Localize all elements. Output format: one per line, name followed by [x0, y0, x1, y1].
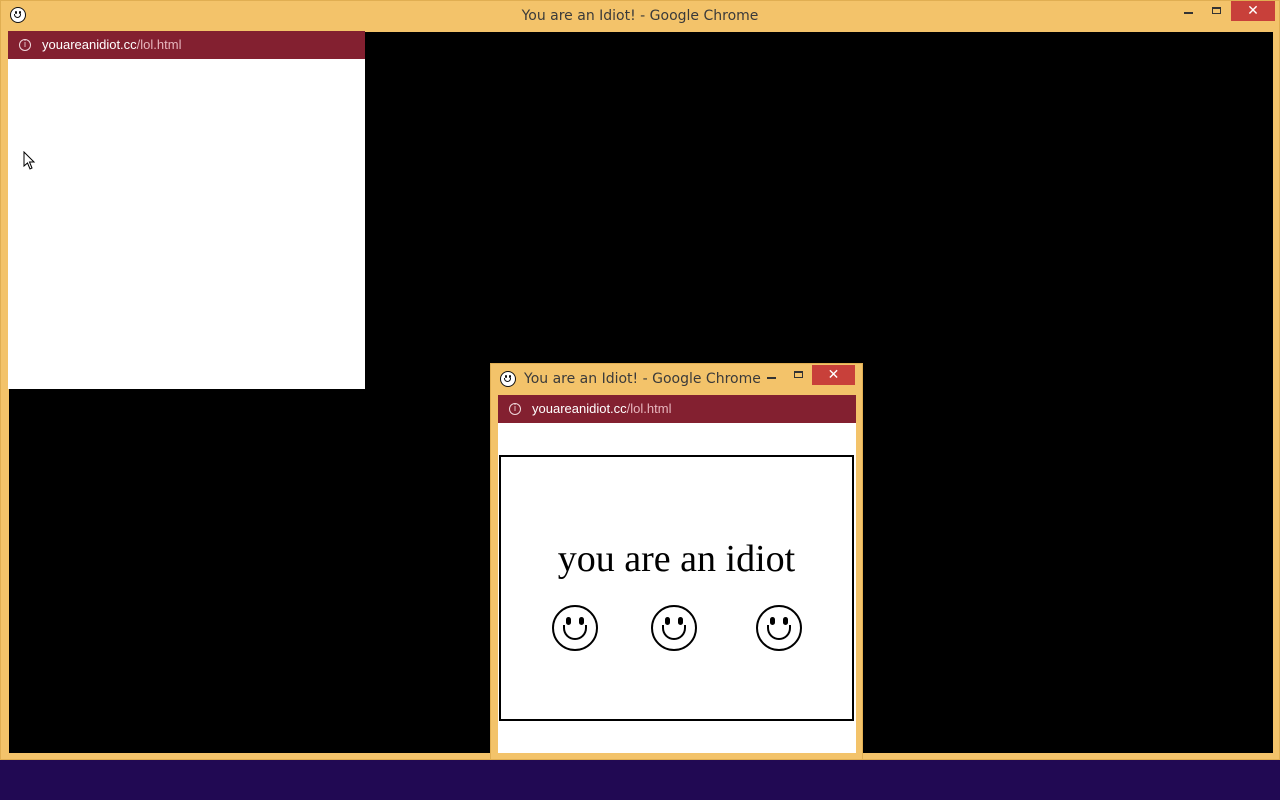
desktop: You are an Idiot! - Google Chrome ✕ i yo… — [0, 0, 1280, 800]
info-icon[interactable]: i — [19, 39, 31, 51]
url-text: youareanidiot.cc/lol.html — [532, 395, 671, 423]
popup-content: i youareanidiot.cc/lol.html you are an i… — [498, 395, 856, 753]
url-path: /lol.html — [626, 401, 672, 416]
maximize-icon — [1211, 7, 1221, 14]
main-title-bar[interactable]: You are an Idiot! - Google Chrome ✕ — [1, 1, 1279, 31]
mouse-cursor-icon — [23, 151, 36, 170]
main-window-title: You are an Idiot! - Google Chrome — [521, 8, 759, 24]
url-host: youareanidiot.cc — [42, 37, 137, 52]
smiley-face-icon — [756, 605, 802, 651]
close-icon: ✕ — [827, 367, 840, 383]
popup-minimize-button[interactable] — [759, 366, 783, 386]
minimize-icon — [1183, 11, 1193, 14]
close-icon: ✕ — [1247, 3, 1259, 19]
url-bar[interactable]: i youareanidiot.cc/lol.html — [498, 395, 856, 423]
popup-maximize-button[interactable] — [786, 365, 810, 385]
idiot-message-box: you are an idiot — [499, 455, 854, 721]
url-path: /lol.html — [136, 37, 182, 52]
popup-chrome-window: You are an Idiot! - Google Chrome ✕ i yo… — [490, 363, 863, 760]
smiley-face-icon — [500, 371, 516, 387]
popup-title-bar[interactable]: You are an Idiot! - Google Chrome ✕ — [491, 364, 862, 394]
info-icon[interactable]: i — [509, 403, 521, 415]
smiley-face-icon — [651, 605, 697, 651]
idiot-headline: you are an idiot — [557, 538, 796, 580]
smiley-face-icon — [552, 605, 598, 651]
minimize-button[interactable] — [1175, 1, 1201, 21]
minimize-icon — [766, 376, 776, 379]
url-text: youareanidiot.cc/lol.html — [42, 31, 181, 59]
popup-window-small: i youareanidiot.cc/lol.html — [8, 31, 365, 389]
url-host: youareanidiot.cc — [532, 401, 627, 416]
close-button[interactable]: ✕ — [1231, 1, 1275, 21]
maximize-icon — [793, 371, 803, 378]
popup-close-button[interactable]: ✕ — [812, 365, 855, 385]
taskbar — [0, 760, 1280, 800]
url-bar[interactable]: i youareanidiot.cc/lol.html — [8, 31, 365, 59]
maximize-button[interactable] — [1203, 1, 1229, 21]
